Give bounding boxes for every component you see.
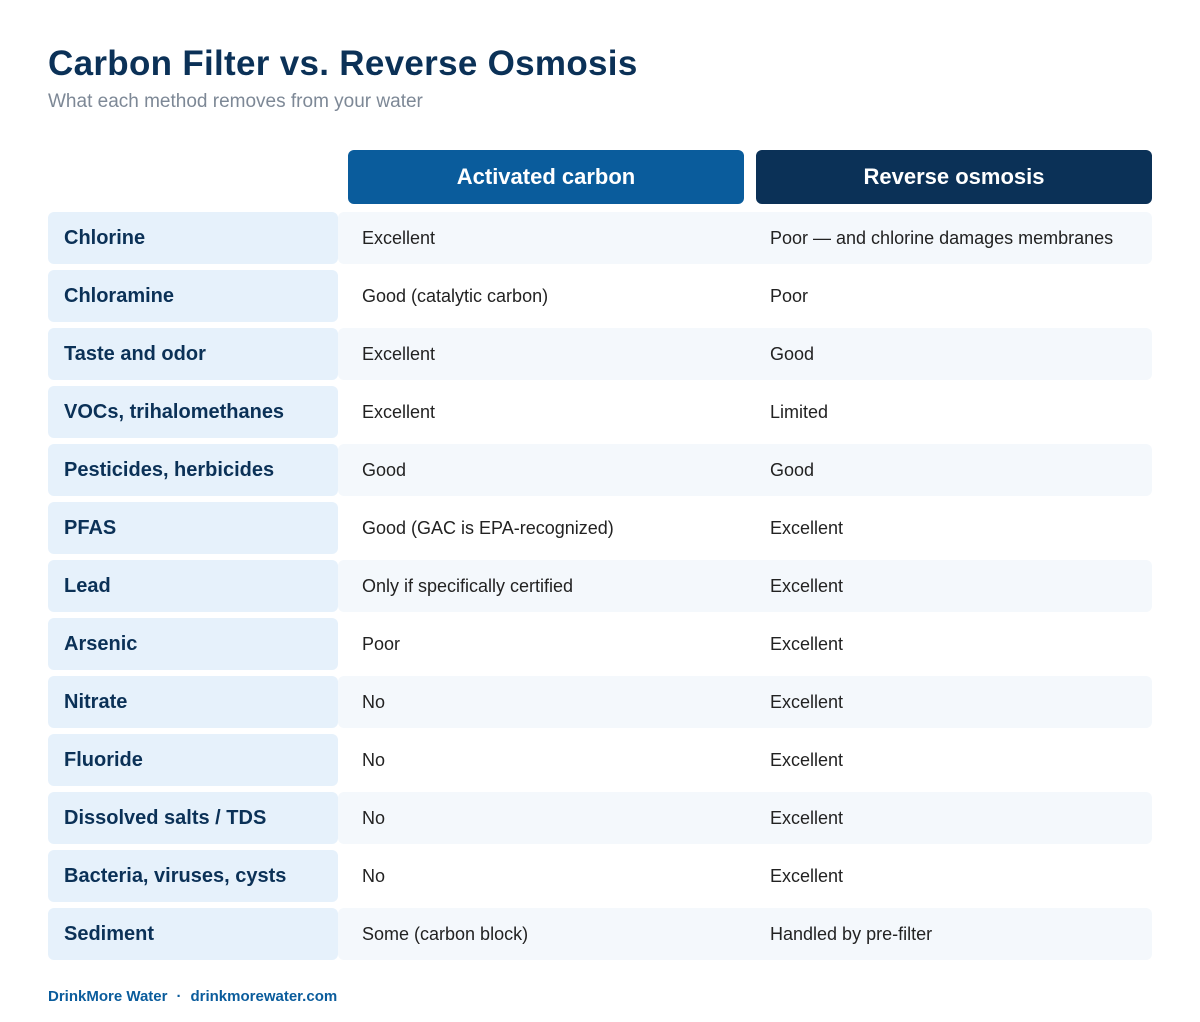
ro-value: Good	[770, 459, 815, 480]
ro-value: Excellent	[770, 807, 844, 828]
page-subtitle: What each method removes from your water	[48, 91, 423, 112]
carbon-value: Good (GAC is EPA-recognized)	[362, 517, 614, 538]
carbon-value: No	[362, 865, 386, 886]
row-label: Arsenic	[48, 618, 338, 670]
row-label: Dissolved salts / TDS	[48, 792, 338, 844]
carbon-value: Excellent	[362, 343, 436, 364]
ro-value: Excellent	[770, 633, 844, 654]
carbon-value: No	[362, 807, 386, 828]
carbon-value: Good (catalytic carbon)	[362, 285, 549, 306]
carbon-value: Poor	[362, 633, 401, 654]
ro-value: Excellent	[770, 691, 844, 712]
ro-value: Excellent	[770, 865, 844, 886]
table-row: Pesticides, herbicides Good Good	[48, 444, 1152, 496]
carbon-value: Only if specifically certified	[362, 575, 574, 596]
table-row: Sediment Some (carbon block) Handled by …	[48, 908, 1152, 960]
table-row: Lead Only if specifically certified Exce…	[48, 560, 1152, 612]
table-row: Dissolved salts / TDS No Excellent	[48, 792, 1152, 844]
ro-value: Excellent	[770, 517, 844, 538]
row-label: Chlorine	[48, 212, 338, 264]
comparison-table: Activated carbon Reverse osmosis Chlorin…	[48, 150, 1152, 966]
table-row: Arsenic Poor Excellent	[48, 618, 1152, 670]
row-label: Nitrate	[48, 676, 338, 728]
table-header: Activated carbon Reverse osmosis	[48, 150, 1152, 204]
ro-value: Handled by pre-filter	[770, 923, 933, 944]
header-spacer	[48, 150, 348, 204]
row-label: Chloramine	[48, 270, 338, 322]
table-row: Nitrate No Excellent	[48, 676, 1152, 728]
carbon-value: No	[362, 749, 386, 770]
row-label: Sediment	[48, 908, 338, 960]
table-row: Chloramine Good (catalytic carbon) Poor	[48, 270, 1152, 322]
table-row: Chlorine Excellent Poor — and chlorine d…	[48, 212, 1152, 264]
table-row: PFAS Good (GAC is EPA-recognized) Excell…	[48, 502, 1152, 554]
row-label: VOCs, trihalomethanes	[48, 386, 338, 438]
table-body: Chlorine Excellent Poor — and chlorine d…	[48, 212, 1152, 960]
carbon-value: Some (carbon block)	[362, 923, 529, 944]
table-row: Bacteria, viruses, cysts No Excellent	[48, 850, 1152, 902]
table-row: Taste and odor Excellent Good	[48, 328, 1152, 380]
ro-value: Good	[770, 343, 815, 364]
row-label: Fluoride	[48, 734, 338, 786]
ro-value: Excellent	[770, 575, 844, 596]
carbon-value: Good	[362, 459, 407, 480]
footer-separator: ·	[176, 988, 182, 1005]
table-row: Fluoride No Excellent	[48, 734, 1152, 786]
table-row: VOCs, trihalomethanes Excellent Limited	[48, 386, 1152, 438]
carbon-value: No	[362, 691, 386, 712]
footer-site-link[interactable]: drinkmorewater.com	[190, 988, 337, 1005]
footer-brand: DrinkMore Water	[48, 988, 168, 1005]
carbon-value: Excellent	[362, 227, 436, 248]
row-label: PFAS	[48, 502, 338, 554]
carbon-value: Excellent	[362, 401, 436, 422]
row-label: Lead	[48, 560, 338, 612]
column-header-activated-carbon: Activated carbon	[348, 150, 744, 204]
footer: DrinkMore Water · drinkmorewater.com	[48, 988, 337, 1005]
row-label: Pesticides, herbicides	[48, 444, 338, 496]
ro-value: Poor	[770, 285, 809, 306]
row-label: Bacteria, viruses, cysts	[48, 850, 338, 902]
ro-value: Excellent	[770, 749, 844, 770]
ro-value: Poor — and chlorine damages membranes	[770, 227, 1114, 248]
page-title: Carbon Filter vs. Reverse Osmosis	[48, 44, 638, 83]
row-label: Taste and odor	[48, 328, 338, 380]
column-header-reverse-osmosis: Reverse osmosis	[756, 150, 1152, 204]
ro-value: Limited	[770, 401, 829, 422]
